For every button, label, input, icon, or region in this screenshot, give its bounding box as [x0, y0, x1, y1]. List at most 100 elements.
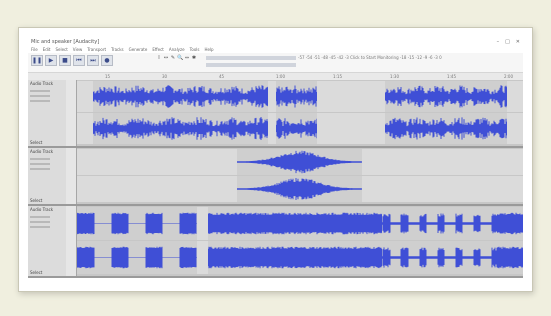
track-control-slider[interactable] [30, 163, 50, 165]
audio-track[interactable]: Audio Track Select [28, 206, 523, 278]
right-channel-lane[interactable] [77, 176, 523, 202]
tracks-area: Audio Track Select Audio Track Select Audio … [28, 80, 523, 278]
waveform-path [382, 213, 497, 234]
waveform [237, 150, 362, 174]
right-channel-lane[interactable] [77, 241, 523, 274]
track-select-button[interactable]: Select [30, 198, 42, 203]
track-name[interactable]: Audio Track [30, 81, 53, 86]
track-name[interactable]: Audio Track [30, 149, 53, 154]
stop-button[interactable]: ■ [59, 55, 71, 66]
waveform-path [237, 178, 362, 200]
timeline-tick: 1:00 [276, 74, 285, 79]
waveform [93, 117, 268, 140]
skip-start-icon: ⏮ [76, 57, 82, 64]
waveform-path [385, 117, 507, 140]
record-icon: ● [104, 57, 110, 64]
screenshot-frame: Mic and speaker [Audacity] – □ ✕ File Edi… [18, 27, 533, 292]
audio-clip[interactable] [237, 149, 362, 175]
window-controls: – □ ✕ [497, 39, 520, 45]
toolbar: ❚❚ ▶ ■ ⏮ ⏭ ● I ↔ ✎ 🔍 ⇔ ✱ -57 -54 -51 -48 -45 -42 -… [28, 53, 523, 86]
audio-clip[interactable] [237, 176, 362, 202]
track-control-panel[interactable]: Audio Track Select [28, 206, 67, 276]
timeshift-tool-icon[interactable]: ⇔ [184, 55, 190, 61]
track-control-slider[interactable] [30, 90, 50, 92]
audio-clip[interactable] [208, 241, 382, 274]
timeline-tick: 1:45 [447, 74, 456, 79]
timeline-tick: 15 [105, 74, 111, 79]
waveform [382, 213, 497, 234]
window-title: Mic and speaker [Audacity] [31, 39, 100, 45]
waveform-path [276, 118, 317, 139]
audacity-window: Mic and speaker [Audacity] – □ ✕ File Edi… [28, 38, 523, 280]
draw-tool-icon[interactable]: ✎ [170, 55, 176, 61]
playback-meter[interactable] [206, 63, 296, 67]
play-button[interactable]: ▶ [45, 55, 57, 66]
skip-end-button[interactable]: ⏭ [87, 55, 99, 66]
skip-start-button[interactable]: ⏮ [73, 55, 85, 66]
waveform-path [77, 212, 197, 235]
audio-clip[interactable] [93, 113, 268, 144]
audio-clip[interactable] [208, 207, 382, 240]
waveform [276, 118, 317, 139]
waveform-path [208, 246, 382, 269]
waveform [93, 85, 268, 108]
audio-clip[interactable] [276, 113, 317, 144]
left-channel-lane[interactable] [77, 207, 523, 240]
right-channel-lane[interactable] [77, 113, 523, 144]
waveform-path [93, 85, 268, 108]
track-control-slider[interactable] [30, 95, 50, 97]
audio-clip[interactable] [497, 207, 523, 240]
audio-clip[interactable] [385, 113, 507, 144]
play-icon: ▶ [48, 57, 54, 64]
left-channel-lane[interactable] [77, 81, 523, 112]
audio-clip[interactable] [93, 81, 268, 112]
track-control-slider[interactable] [30, 100, 50, 102]
left-channel-lane[interactable] [77, 149, 523, 175]
minimize-button[interactable]: – [497, 39, 500, 45]
waveform-path [497, 246, 523, 269]
audio-clip[interactable] [382, 241, 497, 274]
audio-clip[interactable] [77, 207, 197, 240]
audio-clip[interactable] [497, 241, 523, 274]
audio-clip[interactable] [382, 207, 497, 240]
track-control-slider[interactable] [30, 168, 50, 170]
waveform [237, 178, 362, 200]
maximize-button[interactable]: □ [505, 39, 510, 45]
timeline-tick: 1:15 [333, 74, 342, 79]
track-control-slider[interactable] [30, 216, 50, 218]
zoom-tool-icon[interactable]: 🔍 [177, 55, 183, 61]
envelope-tool-icon[interactable]: ↔ [163, 55, 169, 61]
multi-tool-icon[interactable]: ✱ [191, 55, 197, 61]
track-control-panel[interactable]: Audio Track Select [28, 148, 67, 204]
transport-controls: ❚❚ ▶ ■ ⏮ ⏭ ● [31, 55, 113, 66]
track-select-button[interactable]: Select [30, 140, 42, 145]
pause-button[interactable]: ❚❚ [31, 55, 43, 66]
track-select-button[interactable]: Select [30, 270, 42, 275]
waveform-path [237, 150, 362, 174]
record-button[interactable]: ● [101, 55, 113, 66]
audio-clip[interactable] [77, 241, 197, 274]
audio-track[interactable]: Audio Track Select [28, 148, 523, 206]
title-bar: Mic and speaker [Audacity] – □ ✕ [28, 38, 523, 47]
audio-track[interactable]: Audio Track Select [28, 80, 523, 148]
waveform [208, 246, 382, 269]
track-control-slider[interactable] [30, 221, 50, 223]
vertical-amplitude-ruler [66, 206, 77, 276]
track-control-panel[interactable]: Audio Track Select [28, 80, 67, 146]
waveform-path [208, 212, 382, 235]
close-button[interactable]: ✕ [516, 39, 520, 45]
skip-end-icon: ⏭ [90, 57, 96, 64]
record-meter[interactable] [206, 56, 296, 60]
timeline-tick: 2:00 [504, 74, 513, 79]
vertical-amplitude-ruler [66, 80, 77, 146]
waveform [77, 246, 197, 269]
waveform-path [276, 85, 317, 108]
audio-clip[interactable] [276, 81, 317, 112]
waveform-path [385, 85, 507, 108]
select-tool-icon[interactable]: I [156, 55, 162, 61]
track-name[interactable]: Audio Track [30, 207, 53, 212]
track-control-slider[interactable] [30, 158, 50, 160]
audio-clip[interactable] [385, 81, 507, 112]
track-control-slider[interactable] [30, 226, 50, 228]
vertical-amplitude-ruler [66, 148, 77, 204]
